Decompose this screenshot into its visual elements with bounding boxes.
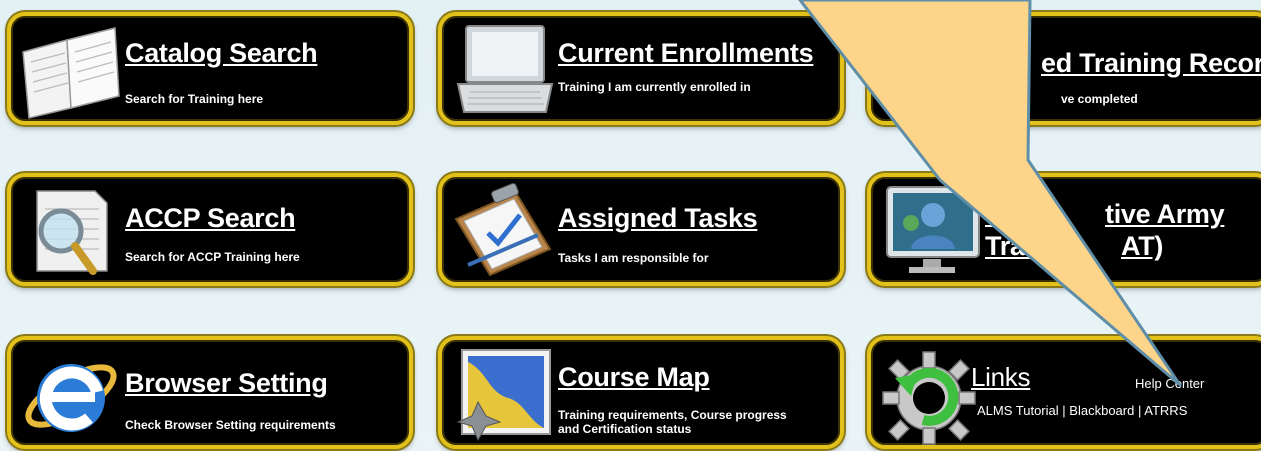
training-records-tile[interactable]: ed Training Records ve completed <box>867 12 1261 125</box>
course-map-subtitle-line2: and Certification status <box>558 422 692 436</box>
assigned-tasks-title[interactable]: Assigned Tasks <box>558 203 758 234</box>
course-map-title[interactable]: Course Map <box>558 362 710 393</box>
course-map-icon <box>456 349 551 442</box>
assigned-tasks-subtitle: Tasks I am responsible for <box>558 251 709 265</box>
cat-title-line1-b[interactable]: tive Army <box>1105 199 1225 230</box>
browser-setting-subtitle: Check Browser Setting requirements <box>125 418 336 432</box>
cat-title-line2-a[interactable]: Traini <box>985 231 1056 262</box>
course-map-tile[interactable]: Course Map Training requirements, Course… <box>438 336 844 449</box>
records-folder-icon <box>888 53 970 115</box>
links-title[interactable]: Links <box>971 362 1031 393</box>
links-row: ALMS Tutorial | Blackboard | ATRRS <box>977 403 1187 418</box>
gear-refresh-icon <box>882 351 976 445</box>
accp-search-tile[interactable]: ACCP Search Search for ACCP Training her… <box>7 173 413 286</box>
catalog-search-title[interactable]: Catalog Search <box>125 38 318 69</box>
open-book-icon <box>22 27 120 119</box>
monitor-user-icon <box>886 186 980 273</box>
cat-title-line2-b[interactable]: AT) <box>1121 231 1163 262</box>
alms-tutorial-link[interactable]: ALMS Tutorial <box>977 403 1059 418</box>
catalog-search-subtitle: Search for Training here <box>125 92 264 106</box>
browser-setting-title[interactable]: Browser Setting <box>125 368 328 399</box>
accp-search-subtitle: Search for ACCP Training here <box>125 250 300 264</box>
blackboard-link[interactable]: Blackboard <box>1069 403 1134 418</box>
browser-setting-tile[interactable]: Browser Setting Check Browser Setting re… <box>7 336 413 449</box>
training-records-subtitle: ve completed <box>1061 92 1138 106</box>
current-enrollments-tile[interactable]: Current Enrollments Training I am curren… <box>438 12 844 125</box>
clipboard-tasks-icon <box>454 182 552 277</box>
current-enrollments-subtitle: Training I am currently enrolled in <box>558 80 751 94</box>
computer-army-training-tile[interactable]: Co tive Army Traini AT) <box>867 173 1261 286</box>
catalog-search-tile[interactable]: Catalog Search Search for Training here <box>7 12 413 125</box>
current-enrollments-title[interactable]: Current Enrollments <box>558 38 814 69</box>
link-separator: | <box>1137 403 1142 418</box>
training-records-title[interactable]: ed Training Records <box>1041 48 1261 79</box>
link-separator: | <box>1062 403 1066 418</box>
atrrs-link[interactable]: ATRRS <box>1144 403 1187 418</box>
help-center-link[interactable]: Help Center <box>1135 376 1204 391</box>
internet-explorer-icon <box>25 364 117 432</box>
magnifier-document-icon <box>36 190 108 275</box>
course-map-subtitle-line1: Training requirements, Course progress <box>558 408 787 422</box>
links-tile: Links Help Center ALMS Tutorial | Blackb… <box>867 336 1261 449</box>
cat-title-line1-a[interactable]: Co <box>985 199 1021 230</box>
accp-search-title[interactable]: ACCP Search <box>125 203 296 234</box>
assigned-tasks-tile[interactable]: Assigned Tasks Tasks I am responsible fo… <box>438 173 844 286</box>
laptop-icon <box>456 25 554 113</box>
